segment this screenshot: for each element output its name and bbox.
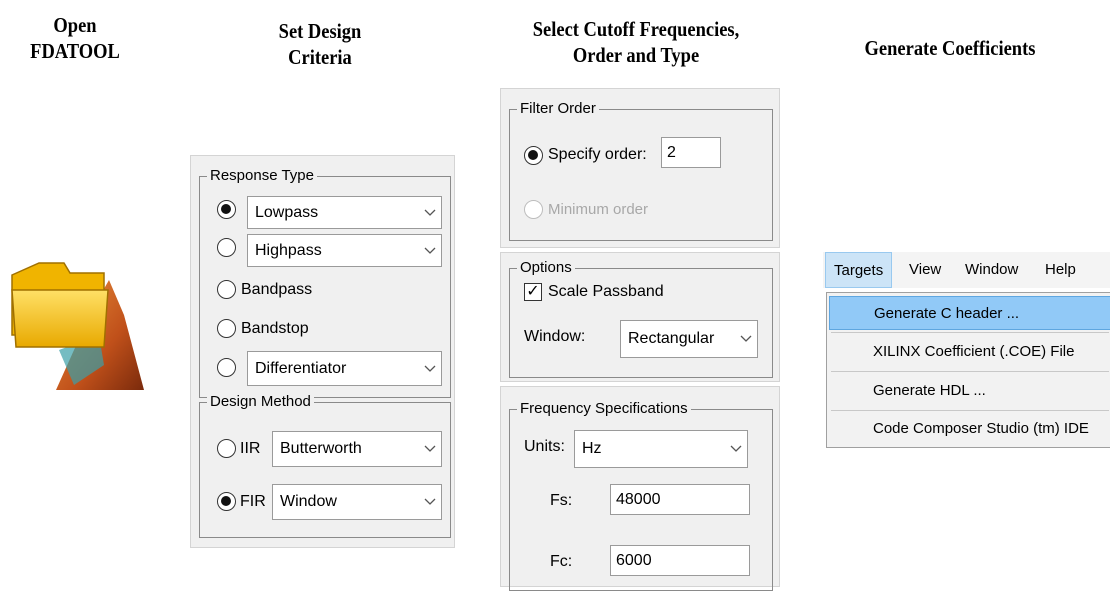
bandstop-radio[interactable]	[217, 319, 236, 338]
menu-targets[interactable]: Targets	[825, 252, 893, 288]
fir-label: FIR	[240, 493, 266, 510]
highpass-radio[interactable]	[217, 238, 236, 257]
filter-order-title: Filter Order	[517, 100, 599, 118]
bandpass-label: Bandpass	[241, 281, 313, 298]
menu-help[interactable]: Help	[1037, 252, 1084, 288]
frequency-specs-group: Frequency Specifications Units: Hz Fs: 4…	[509, 400, 773, 591]
iir-radio[interactable]	[217, 439, 236, 458]
folder-matlab-icon[interactable]	[4, 255, 149, 395]
options-group: Options ✓ Scale Passband Window: Rectang…	[509, 259, 773, 378]
design-criteria-panel: Response Type Lowpass Highpass Bandpass …	[190, 155, 455, 548]
bandpass-radio[interactable]	[217, 280, 236, 299]
units-label: Units:	[524, 438, 565, 455]
fs-input[interactable]: 48000	[610, 484, 750, 515]
scale-passband-checkbox[interactable]: ✓	[524, 283, 542, 301]
iir-label: IIR	[240, 440, 261, 457]
filter-order-group: Filter Order Specify order: 2 Minimum or…	[509, 100, 773, 241]
iir-method-select[interactable]: Butterworth	[272, 431, 442, 467]
units-select[interactable]: Hz	[574, 430, 748, 468]
generate-hdl-item[interactable]: Generate HDL ...	[829, 374, 1110, 408]
generate-c-header-item[interactable]: Generate C header ...	[829, 296, 1110, 330]
menu-separator	[831, 332, 1109, 333]
order-input[interactable]: 2	[661, 137, 721, 168]
scale-passband-label: Scale Passband	[548, 283, 664, 300]
chevron-down-icon	[419, 197, 441, 228]
options-title: Options	[517, 259, 575, 277]
fir-radio[interactable]	[217, 492, 236, 511]
response-type-title: Response Type	[207, 167, 317, 185]
heading-open-fdatool: Open FDATOOL	[30, 13, 120, 63]
specify-order-label: Specify order:	[548, 146, 647, 163]
filter-order-panel: Filter Order Specify order: 2 Minimum or…	[500, 88, 780, 248]
options-panel: Options ✓ Scale Passband Window: Rectang…	[500, 252, 780, 382]
differentiator-radio[interactable]	[217, 358, 236, 377]
fir-method-select[interactable]: Window	[272, 484, 442, 520]
menu-bar: Targets View Window Help	[823, 252, 1110, 288]
response-type-group: Response Type Lowpass Highpass Bandpass …	[199, 167, 451, 398]
frequency-specs-panel: Frequency Specifications Units: Hz Fs: 4…	[500, 386, 780, 591]
window-select[interactable]: Rectangular	[620, 320, 758, 358]
fc-label: Fc:	[550, 553, 573, 570]
chevron-down-icon	[419, 352, 441, 385]
chevron-down-icon	[419, 432, 441, 466]
xilinx-coe-item[interactable]: XILINX Coefficient (.COE) File	[829, 335, 1110, 369]
design-method-title: Design Method	[207, 393, 314, 411]
differentiator-select[interactable]: Differentiator	[247, 351, 442, 386]
targets-dropdown: Generate C header ... XILINX Coefficient…	[826, 292, 1110, 448]
chevron-down-icon	[419, 485, 441, 519]
menu-separator	[831, 371, 1109, 372]
minimum-order-radio[interactable]	[524, 200, 543, 219]
lowpass-radio[interactable]	[217, 200, 236, 219]
lowpass-select[interactable]: Lowpass	[247, 196, 442, 229]
window-label: Window:	[524, 328, 586, 345]
chevron-down-icon	[735, 321, 757, 357]
chevron-down-icon	[725, 431, 747, 467]
heading-set-design-criteria: Set Design Criteria	[278, 19, 362, 69]
frequency-specs-title: Frequency Specifications	[517, 400, 691, 418]
menu-window[interactable]: Window	[957, 252, 1026, 288]
design-method-group: Design Method IIR Butterworth FIR Window	[199, 393, 451, 538]
menu-view[interactable]: View	[901, 252, 949, 288]
heading-select-cutoff: Select Cutoff Frequencies, Order and Typ…	[532, 17, 740, 67]
heading-generate-coefficients: Generate Coefficients	[864, 36, 1036, 60]
chevron-down-icon	[419, 235, 441, 266]
menu-separator	[831, 410, 1109, 411]
fc-input[interactable]: 6000	[610, 545, 750, 576]
minimum-order-label: Minimum order	[548, 201, 649, 218]
highpass-select[interactable]: Highpass	[247, 234, 442, 267]
specify-order-radio[interactable]	[524, 146, 543, 165]
code-composer-item[interactable]: Code Composer Studio (tm) IDE	[829, 412, 1110, 446]
fs-label: Fs:	[550, 492, 573, 509]
bandstop-label: Bandstop	[241, 320, 309, 337]
